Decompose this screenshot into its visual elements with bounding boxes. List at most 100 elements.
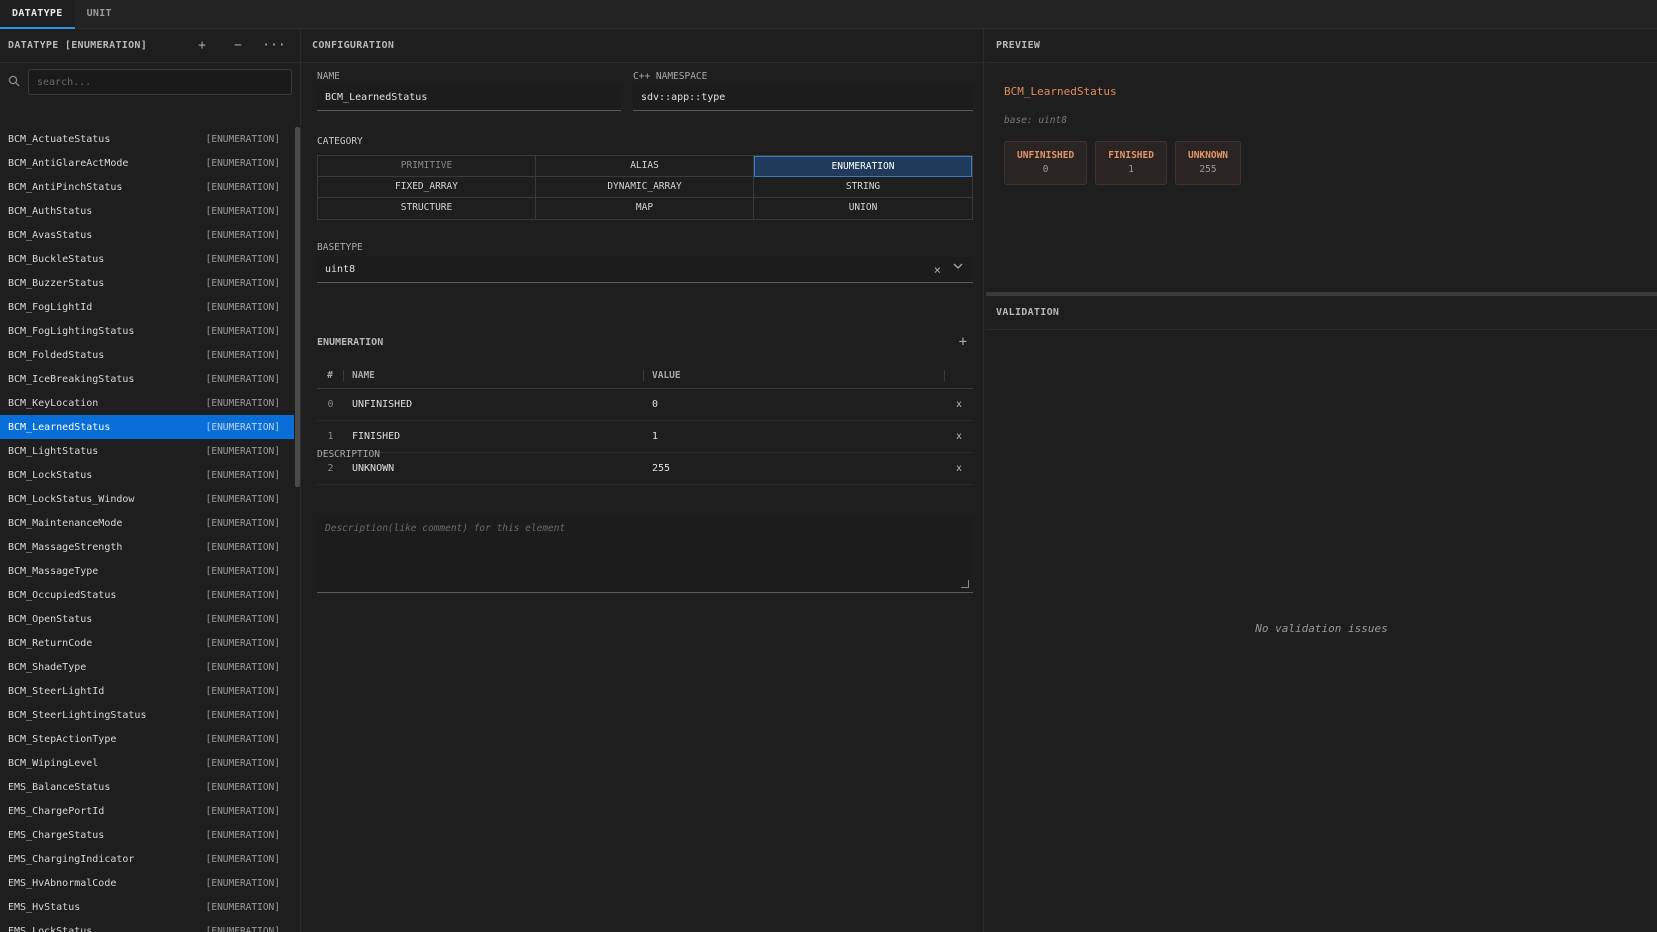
- list-item[interactable]: BCM_LightStatus [ENUMERATION]: [0, 439, 294, 463]
- delete-enum-button[interactable]: x: [945, 399, 973, 410]
- delete-enum-button[interactable]: x: [945, 463, 973, 474]
- basetype-select[interactable]: uint8 ×: [317, 257, 973, 283]
- enum-value-field[interactable]: 255: [644, 463, 945, 474]
- enumeration-rows: 0 UNFINISHED 0 x 1 FINISHED 1 x 2 UNKNOWN 255 x: [317, 389, 973, 485]
- list-item-name: BCM_LearnedStatus: [8, 421, 111, 433]
- list-item[interactable]: BCM_OccupiedStatus [ENUMERATION]: [0, 583, 294, 607]
- category-option-map[interactable]: MAP: [536, 198, 754, 219]
- list-item[interactable]: BCM_ReturnCode [ENUMERATION]: [0, 631, 294, 655]
- preview-chip-value: 255: [1199, 164, 1217, 175]
- list-item-name: BCM_KeyLocation: [8, 397, 99, 409]
- list-item[interactable]: BCM_AuthStatus [ENUMERATION]: [0, 199, 294, 223]
- name-field[interactable]: BCM_LearnedStatus: [317, 85, 621, 111]
- list-item[interactable]: BCM_LearnedStatus [ENUMERATION]: [0, 415, 294, 439]
- category-option-fixed-array[interactable]: FIXED_ARRAY: [318, 177, 536, 198]
- description-textarea[interactable]: Description(like comment) for this eleme…: [317, 517, 973, 593]
- list-item-type: [ENUMERATION]: [205, 661, 280, 673]
- list-item[interactable]: BCM_IceBreakingStatus [ENUMERATION]: [0, 367, 294, 391]
- resize-grip-icon[interactable]: [961, 580, 969, 588]
- list-item[interactable]: BCM_KeyLocation [ENUMERATION]: [0, 391, 294, 415]
- add-enum-value-button[interactable]: +: [953, 334, 973, 350]
- chevron-down-icon[interactable]: [953, 256, 963, 282]
- category-label: CATEGORY: [317, 136, 363, 147]
- preview-chip-name: UNFINISHED: [1017, 150, 1075, 161]
- list-item[interactable]: BCM_WipingLevel [ENUMERATION]: [0, 751, 294, 775]
- list-item-type: [ENUMERATION]: [205, 709, 280, 721]
- category-option-alias[interactable]: ALIAS: [536, 156, 754, 177]
- list-item[interactable]: BCM_OpenStatus [ENUMERATION]: [0, 607, 294, 631]
- enum-index: 1: [327, 431, 334, 442]
- delete-enum-button[interactable]: x: [945, 431, 973, 442]
- list-item[interactable]: BCM_AntiPinchStatus [ENUMERATION]: [0, 175, 294, 199]
- list-item[interactable]: BCM_FogLightId [ENUMERATION]: [0, 295, 294, 319]
- list-item-type: [ENUMERATION]: [205, 637, 280, 649]
- list-item[interactable]: BCM_MaintenanceMode [ENUMERATION]: [0, 511, 294, 535]
- list-item[interactable]: BCM_MassageStrength [ENUMERATION]: [0, 535, 294, 559]
- list-item[interactable]: BCM_MassageType [ENUMERATION]: [0, 559, 294, 583]
- list-item[interactable]: BCM_BuckleStatus [ENUMERATION]: [0, 247, 294, 271]
- search-input[interactable]: [28, 69, 292, 95]
- category-option-union[interactable]: UNION: [754, 198, 972, 219]
- list-item[interactable]: BCM_AntiGlareActMode [ENUMERATION]: [0, 151, 294, 175]
- list-item[interactable]: BCM_SteerLightId [ENUMERATION]: [0, 679, 294, 703]
- preview-title: BCM_LearnedStatus: [1004, 85, 1117, 98]
- enum-name-field[interactable]: FINISHED: [344, 431, 644, 442]
- clear-icon[interactable]: ×: [934, 257, 941, 283]
- list-item[interactable]: BCM_FogLightingStatus [ENUMERATION]: [0, 319, 294, 343]
- validation-header: VALIDATION: [986, 296, 1657, 330]
- namespace-field[interactable]: sdv::app::type: [633, 85, 973, 111]
- category-option-string[interactable]: STRING: [754, 177, 972, 198]
- list-item[interactable]: BCM_LockStatus_Window [ENUMERATION]: [0, 487, 294, 511]
- list-item[interactable]: BCM_FoldedStatus [ENUMERATION]: [0, 343, 294, 367]
- list-item-type: [ENUMERATION]: [205, 925, 280, 932]
- enum-value-field[interactable]: 0: [644, 399, 945, 410]
- sidebar-header: DATATYPE [ENUMERATION] + − ···: [0, 29, 300, 63]
- preview-chip: UNKNOWN 255: [1174, 141, 1242, 185]
- list-item[interactable]: BCM_ShadeType [ENUMERATION]: [0, 655, 294, 679]
- list-item-type: [ENUMERATION]: [205, 301, 280, 313]
- enum-name-field[interactable]: UNFINISHED: [344, 399, 644, 410]
- list-item[interactable]: EMS_HvAbnormalCode [ENUMERATION]: [0, 871, 294, 895]
- list-item[interactable]: BCM_LockStatus [ENUMERATION]: [0, 463, 294, 487]
- category-option-structure[interactable]: STRUCTURE: [318, 198, 536, 219]
- preview-chip-value: 1: [1128, 164, 1134, 175]
- list-item-name: EMS_ChargeStatus: [8, 829, 105, 841]
- enum-name-field[interactable]: UNKNOWN: [344, 463, 644, 474]
- list-item[interactable]: BCM_StepActionType [ENUMERATION]: [0, 727, 294, 751]
- category-option-dynamic-array[interactable]: DYNAMIC_ARRAY: [536, 177, 754, 198]
- description-label: DESCRIPTION: [317, 449, 380, 460]
- list-item-name: BCM_ActuateStatus: [8, 133, 111, 145]
- list-item-type: [ENUMERATION]: [205, 229, 280, 241]
- list-item[interactable]: EMS_BalanceStatus [ENUMERATION]: [0, 775, 294, 799]
- category-option-enumeration[interactable]: ENUMERATION: [754, 156, 972, 177]
- tab-datatype[interactable]: DATATYPE: [0, 0, 75, 29]
- list-item-name: BCM_MassageType: [8, 565, 99, 577]
- add-datatype-button[interactable]: +: [184, 38, 220, 53]
- list-item[interactable]: BCM_BuzzerStatus [ENUMERATION]: [0, 271, 294, 295]
- preview-chip-name: FINISHED: [1108, 150, 1154, 161]
- list-item[interactable]: BCM_ActuateStatus [ENUMERATION]: [0, 127, 294, 151]
- list-item-type: [ENUMERATION]: [205, 901, 280, 913]
- tab-unit[interactable]: UNIT: [75, 0, 124, 29]
- list-item-name: BCM_LightStatus: [8, 445, 99, 457]
- enum-value-field[interactable]: 1: [644, 431, 945, 442]
- sidebar-scrollbar[interactable]: [295, 127, 300, 487]
- remove-datatype-button[interactable]: −: [220, 38, 256, 53]
- list-item[interactable]: EMS_ChargePortId [ENUMERATION]: [0, 799, 294, 823]
- list-item[interactable]: BCM_SteerLightingStatus [ENUMERATION]: [0, 703, 294, 727]
- category-option-primitive[interactable]: PRIMITIVE: [318, 156, 536, 177]
- list-item[interactable]: BCM_AvasStatus [ENUMERATION]: [0, 223, 294, 247]
- list-item[interactable]: EMS_LockStatus [ENUMERATION]: [0, 919, 294, 932]
- preview-basetype: base: uint8: [1004, 115, 1067, 126]
- list-item[interactable]: EMS_ChargingIndicator [ENUMERATION]: [0, 847, 294, 871]
- enumeration-table: # NAME VALUE 0 UNFINISHED 0 x 1 FINISHED 1 x 2 UN…: [317, 363, 973, 485]
- list-item-name: EMS_BalanceStatus: [8, 781, 111, 793]
- list-item[interactable]: EMS_HvStatus [ENUMERATION]: [0, 895, 294, 919]
- list-item-name: BCM_AntiGlareActMode: [8, 157, 129, 169]
- list-item[interactable]: EMS_ChargeStatus [ENUMERATION]: [0, 823, 294, 847]
- column-index: #: [317, 370, 344, 381]
- list-item-type: [ENUMERATION]: [205, 157, 280, 169]
- list-item-type: [ENUMERATION]: [205, 373, 280, 385]
- namespace-label: C++ NAMESPACE: [633, 71, 708, 82]
- more-options-button[interactable]: ···: [256, 38, 292, 53]
